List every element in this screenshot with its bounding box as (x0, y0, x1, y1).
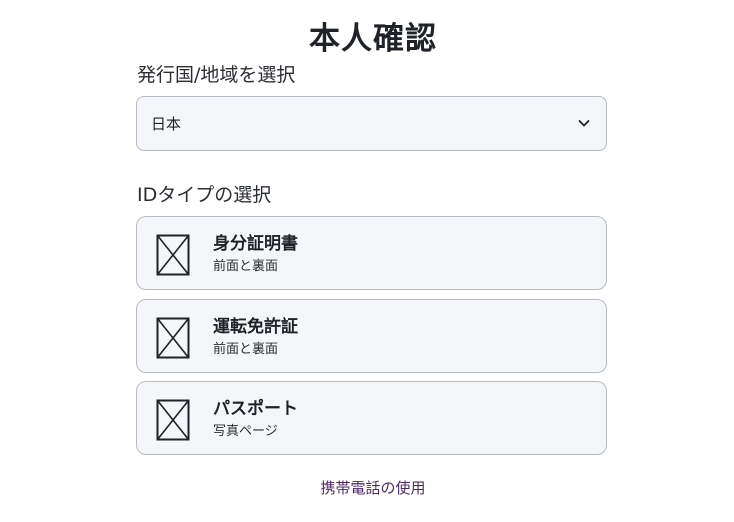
id-option-passport[interactable]: パスポート 写真ページ (136, 381, 607, 455)
id-option-drivers-license[interactable]: 運転免許証 前面と裏面 (136, 299, 607, 373)
id-type-label: IDタイプの選択 (137, 184, 272, 206)
use-mobile-phone-link[interactable]: 携帯電話の使用 (0, 478, 734, 498)
country-select-label: 発行国/地域を選択 (137, 64, 296, 86)
id-option-description: 前面と裏面 (213, 342, 279, 357)
chevron-down-icon (578, 120, 590, 127)
id-option-description: 前面と裏面 (213, 259, 279, 274)
id-option-name: 運転免許証 (213, 317, 298, 337)
id-option-name: パスポート (213, 399, 298, 419)
id-option-description: 写真ページ (213, 424, 278, 439)
country-select-value: 日本 (151, 115, 182, 133)
page-title: 本人確認 (309, 21, 437, 57)
id-option-id-card[interactable]: 身分証明書 前面と裏面 (136, 216, 607, 290)
document-placeholder-icon (156, 317, 190, 359)
identity-verification-page: 本人確認 発行国/地域を選択 日本 IDタイプの選択 身分証明書 前面と裏面 運… (0, 0, 734, 522)
document-placeholder-icon (156, 399, 190, 441)
id-option-name: 身分証明書 (213, 234, 298, 254)
document-placeholder-icon (156, 234, 190, 276)
country-select[interactable]: 日本 (136, 96, 607, 151)
